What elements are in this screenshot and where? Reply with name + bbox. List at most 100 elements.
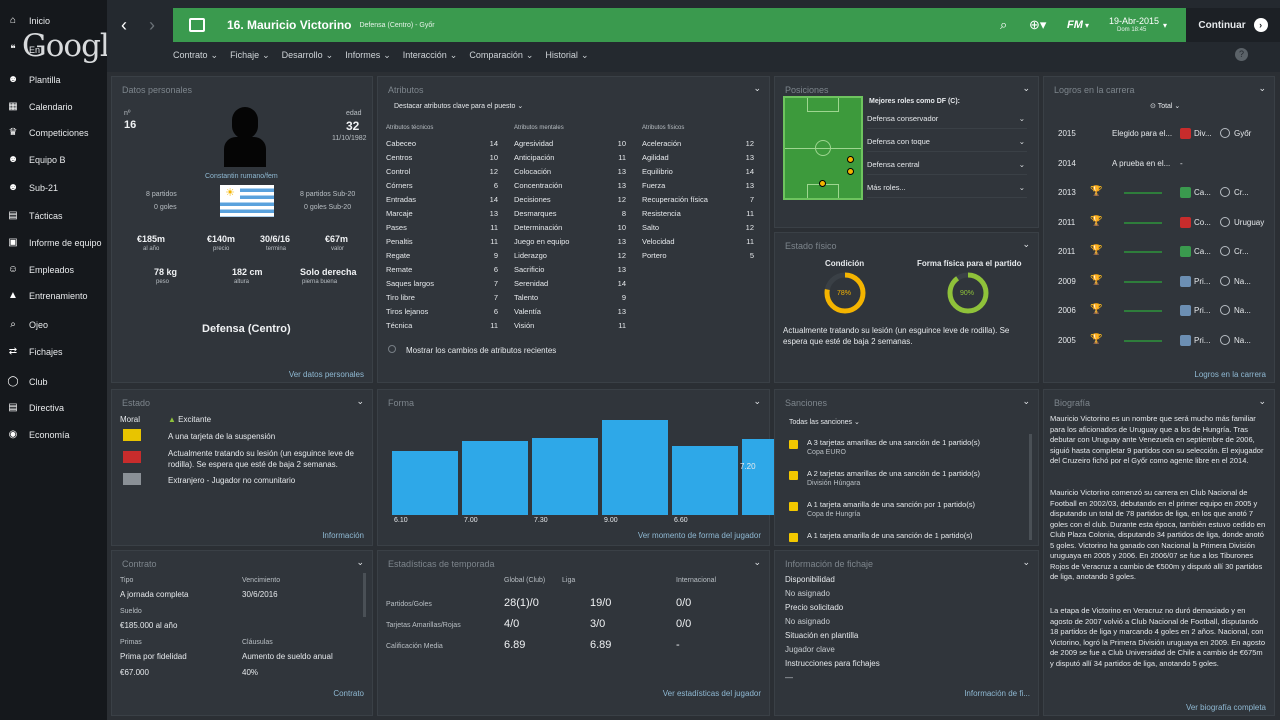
subnav-item[interactable]: Fichaje ⌄: [230, 50, 270, 61]
form-bar[interactable]: [462, 441, 528, 515]
body-value: Solo derecha: [300, 267, 357, 277]
panel-menu-icon[interactable]: ⌄: [753, 557, 761, 568]
role-item[interactable]: Defensa central ⌄: [867, 158, 1027, 175]
clauses-label: Cláusulas: [242, 639, 273, 646]
sidebar-item-label: Economía: [29, 430, 70, 440]
sidebar-item[interactable]: ▦ Calendario: [0, 96, 107, 118]
history-year: 2009: [1058, 276, 1076, 286]
nation-link[interactable]: Constantin rumano/fem: [205, 173, 278, 180]
form-bar[interactable]: [672, 445, 738, 515]
panel-menu-icon[interactable]: ⌄: [1022, 396, 1030, 407]
season-col-header: Liga: [562, 577, 576, 584]
panel-menu-icon[interactable]: ⌄: [1258, 396, 1266, 407]
attribute-name: Fuerza: [642, 181, 666, 190]
fm-logo[interactable]: FM: [1067, 19, 1083, 31]
checkbox[interactable]: [388, 345, 396, 353]
uruguay-flag-icon[interactable]: ☀: [220, 185, 274, 217]
sidebar-item[interactable]: ▣ Informe de equipo: [0, 232, 107, 254]
fm-chevron-icon[interactable]: ▾: [1085, 21, 1089, 30]
role-item[interactable]: Más roles... ⌄: [867, 181, 1027, 198]
role-item[interactable]: Defensa conservador ⌄: [867, 112, 1027, 129]
panel-menu-icon[interactable]: ⌄: [1022, 557, 1030, 568]
subnav-item[interactable]: Informes ⌄: [345, 50, 391, 61]
subnav-item[interactable]: Comparación ⌄: [469, 50, 533, 61]
panel-title: Estadísticas de temporada: [388, 559, 495, 569]
sidebar-item[interactable]: ♛ Competiciones: [0, 122, 107, 144]
attribute-name: Desmarques: [514, 209, 557, 218]
data-label: 6.60: [674, 517, 688, 524]
sidebar-item[interactable]: ☻ Sub-21: [0, 177, 107, 199]
morale-text: Excitante: [178, 415, 212, 424]
subnav-item[interactable]: Contrato ⌄: [173, 50, 218, 61]
sidebar-item[interactable]: ⌕ Ojeo: [0, 314, 107, 336]
shirt-number: 16: [124, 119, 137, 131]
panel-menu-icon[interactable]: ⌄: [356, 396, 364, 407]
subnav-item[interactable]: Historial ⌄: [545, 50, 588, 61]
panel-menu-icon[interactable]: ⌄: [356, 557, 364, 568]
value-amount: €67m: [325, 234, 349, 244]
status-panel: Estado ⌄ Moral ▲ Excitante A una tarjeta…: [111, 389, 373, 546]
transfer-link[interactable]: Información de fi...: [964, 689, 1030, 698]
status-link[interactable]: Información: [322, 531, 364, 540]
recent-changes-toggle[interactable]: Mostrar los cambios de atributos recient…: [406, 346, 556, 355]
status-foreign: Extranjero - Jugador no comunitario: [168, 476, 296, 485]
season-value: 0/0: [676, 618, 692, 630]
match-fitness-label: Forma física para el partido: [917, 259, 1022, 268]
sidebar-item[interactable]: ☺ Empleados: [0, 259, 107, 281]
form-link[interactable]: Ver momento de forma del jugador: [638, 531, 761, 540]
club-badge-icon: [1220, 275, 1230, 286]
panel-menu-icon[interactable]: ⌄: [753, 83, 761, 94]
history-link[interactable]: Logros en la carrera: [1194, 370, 1266, 379]
attributes-dropdown[interactable]: Destacar atributos clave para el puesto …: [394, 102, 523, 110]
sanction-competition: Copa EURO: [807, 449, 846, 456]
form-bar[interactable]: [392, 450, 458, 515]
personal-link[interactable]: Ver datos personales: [289, 370, 364, 379]
season-value: -: [676, 639, 680, 651]
sidebar-item[interactable]: ◯ Club: [0, 371, 107, 393]
history-filter[interactable]: ⊙ Total ⌄: [1150, 102, 1180, 110]
history-club: Na...: [1234, 306, 1251, 315]
value-amount: €185m: [137, 234, 166, 244]
hangouts-icon: ❝: [10, 44, 16, 55]
scrollbar[interactable]: [363, 573, 366, 617]
attribute-name: Córners: [386, 181, 413, 190]
scrollbar[interactable]: [1029, 434, 1032, 540]
panel-menu-icon[interactable]: ⌄: [1022, 83, 1030, 94]
search-icon[interactable]: ⌕: [1000, 17, 1007, 33]
season-link[interactable]: Ver estadísticas del jugador: [663, 689, 761, 698]
role-item[interactable]: Defensa con toque ⌄: [867, 135, 1027, 152]
sidebar-item[interactable]: ▤ Tácticas: [0, 205, 107, 227]
sidebar-item[interactable]: ▤ Directiva: [0, 397, 107, 419]
attribute-value: 14: [489, 195, 498, 204]
help-icon[interactable]: ?: [1235, 48, 1248, 61]
panel-menu-icon[interactable]: ⌄: [753, 396, 761, 407]
subnav-item[interactable]: Interacción ⌄: [403, 50, 458, 61]
back-arrow-icon[interactable]: ‹: [121, 15, 127, 36]
subnav-item[interactable]: Desarrollo ⌄: [282, 50, 334, 61]
form-bar[interactable]: [602, 420, 668, 515]
chevron-down-icon: ⌄: [262, 49, 270, 60]
panel-menu-icon[interactable]: ⌄: [1022, 239, 1030, 250]
panel-menu-icon[interactable]: ⌄: [1258, 83, 1266, 94]
panel-title: Datos personales: [122, 85, 193, 95]
pitch-diagram[interactable]: [783, 96, 863, 200]
sidebar-item[interactable]: ☻ Plantilla: [0, 69, 107, 91]
bonus-amount: €67.000: [120, 668, 149, 677]
sidebar-item[interactable]: ◉ Economía: [0, 424, 107, 446]
forward-arrow-icon[interactable]: ›: [149, 15, 155, 36]
date-chevron-icon[interactable]: ▾: [1163, 21, 1167, 30]
sanctions-filter[interactable]: Todas las sanciones ⌄: [789, 418, 860, 426]
sidebar-item[interactable]: ▲ Entrenamiento: [0, 285, 107, 307]
club-badge-icon: [1220, 246, 1230, 256]
sidebar-item[interactable]: ☻ Equipo B: [0, 149, 107, 171]
game-date[interactable]: 19-Abr-2015: [1109, 16, 1159, 26]
globe-icon[interactable]: ⊕▾: [1029, 17, 1046, 33]
sidebar-item[interactable]: ⇄ Fichajes: [0, 341, 107, 363]
history-competition: Ca...: [1194, 247, 1211, 256]
continue-button[interactable]: Continuar ›: [1186, 8, 1280, 42]
form-bar[interactable]: [532, 438, 598, 515]
contract-link[interactable]: Contrato: [333, 689, 364, 698]
attribute-value: 6: [493, 265, 498, 274]
board-icon: ▤: [8, 210, 18, 221]
bio-link[interactable]: Ver biografía completa: [1186, 703, 1266, 712]
